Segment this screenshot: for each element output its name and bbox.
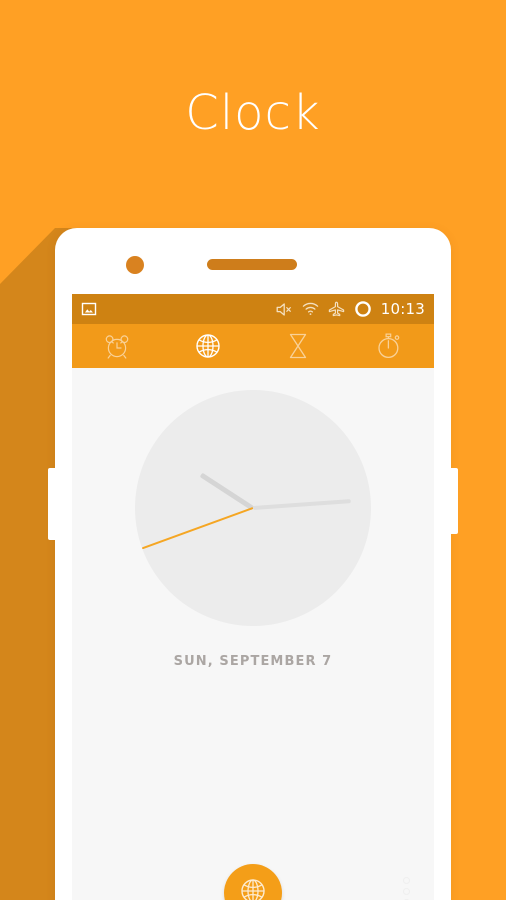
stopwatch-icon xyxy=(374,331,404,361)
camera-dot-icon xyxy=(126,256,144,274)
tab-timer[interactable] xyxy=(253,324,344,368)
screenshot-image-icon xyxy=(81,301,97,317)
current-date-label: SUN, SEPTEMBER 7 xyxy=(173,654,333,669)
globe-icon xyxy=(238,876,268,900)
power-button[interactable] xyxy=(449,468,458,534)
overflow-menu-icon[interactable] xyxy=(403,877,410,900)
speaker-grille-icon xyxy=(207,259,297,270)
tab-world-clock[interactable] xyxy=(163,324,254,368)
app-promo-stage: Clock 10:13 SUN, SEPTEMBER 7 xyxy=(0,0,506,900)
globe-icon xyxy=(193,331,223,361)
status-bar-clock: 10:13 xyxy=(380,300,425,318)
tab-alarm[interactable] xyxy=(72,324,163,368)
hourglass-icon xyxy=(283,331,313,361)
tab-bar xyxy=(72,324,434,368)
add-world-clock-fab[interactable] xyxy=(224,864,282,900)
overflow-dot xyxy=(403,877,410,884)
phone-screen: 10:13 SUN, SEPTEMBER 7 xyxy=(72,294,434,900)
wifi-icon xyxy=(302,302,319,316)
analog-clock xyxy=(135,390,371,626)
tab-stopwatch[interactable] xyxy=(344,324,435,368)
volume-mute-icon xyxy=(276,302,293,317)
battery-icon xyxy=(354,300,372,318)
airplane-mode-icon xyxy=(328,301,345,317)
status-bar: 10:13 xyxy=(72,294,434,324)
overflow-dot xyxy=(403,888,410,895)
page-title: Clock xyxy=(185,85,321,141)
phone-device: 10:13 SUN, SEPTEMBER 7 xyxy=(48,228,458,900)
volume-rocker-button[interactable] xyxy=(48,468,57,540)
world-clock-content: SUN, SEPTEMBER 7 xyxy=(72,368,434,900)
status-bar-left-icons xyxy=(81,301,97,317)
status-bar-right-icons: 10:13 xyxy=(276,300,425,318)
alarm-clock-icon xyxy=(102,331,132,361)
